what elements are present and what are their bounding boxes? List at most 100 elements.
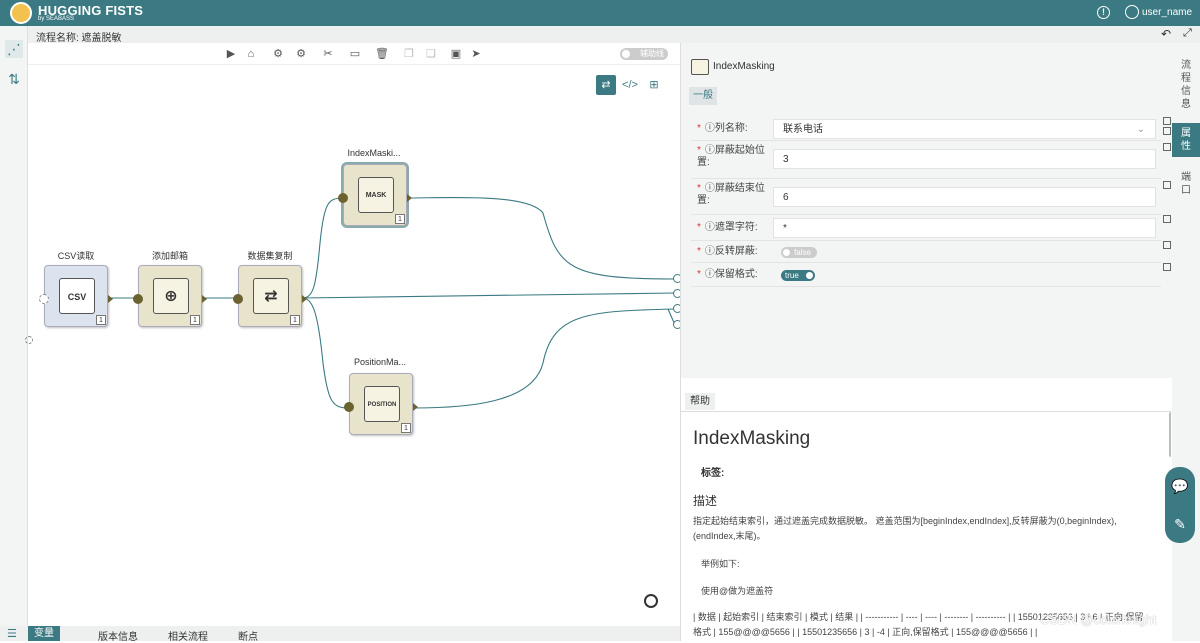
edge-index-out — [405, 196, 676, 280]
list-icon[interactable]: ☰ — [7, 627, 17, 640]
mask-icon: MASK — [358, 177, 394, 213]
copy-dataset-icon: ⇄ — [253, 278, 289, 314]
prop-label: * ⓘ遮罩字符: — [697, 222, 758, 233]
user-name[interactable]: user_name — [1142, 7, 1192, 18]
prop-checkbox[interactable] — [1163, 143, 1171, 151]
node-title: IndexMasking — [713, 61, 775, 72]
prop-checkbox[interactable] — [1163, 263, 1171, 271]
help-description: 指定起始结束索引，通过遮盖完成数据脱敏。 遮盖范围为[beginIndex,en… — [693, 516, 1117, 541]
edit-icon[interactable] — [1163, 127, 1171, 135]
end-position-input[interactable]: 6 — [773, 187, 1156, 207]
input-port[interactable] — [233, 294, 243, 304]
flow-canvas[interactable]: ▶ ⌂ ⚙ ⚙ ✂ ▭ 🗑 ❐ ❏ ▣ ➤ 辅助线 ⇄ </> ⊞ CSV读取 … — [25, 43, 682, 626]
user-icon[interactable] — [1125, 5, 1139, 19]
node-count: 1 — [401, 423, 411, 433]
node-label: IndexMaski... — [347, 148, 401, 158]
start-position-input[interactable]: 3 — [773, 149, 1156, 169]
reverse-mask-switch[interactable]: false — [781, 247, 817, 258]
tab-help[interactable]: 帮助 — [685, 393, 715, 410]
add-column-icon: ⊕ — [153, 278, 189, 314]
top-bar: HUGGING FISTS by SEABASS ! user_name — [0, 0, 1200, 26]
canvas-input-port[interactable] — [25, 336, 33, 344]
node-count: 1 — [290, 315, 300, 325]
prop-row-mask-char: * ⓘ遮罩字符: * — [691, 215, 1171, 241]
node-position-masking[interactable]: POSITION 1 — [349, 373, 413, 435]
prop-label: * ⓘ保留格式: — [697, 269, 758, 280]
keep-format-switch[interactable]: true — [781, 270, 815, 281]
node-count: 1 — [96, 315, 106, 325]
help-desc-heading: 描述 — [693, 494, 718, 508]
input-port[interactable] — [39, 294, 49, 304]
prop-label: * ⓘ列名称: — [697, 123, 748, 134]
node-add-email[interactable]: ⊕ 1 — [138, 265, 202, 327]
node-count: 1 — [190, 315, 200, 325]
tab-general[interactable]: 一般 — [689, 87, 717, 105]
node-library-icon[interactable]: ⇅ — [5, 70, 23, 88]
node-dataset-copy[interactable]: ⇄ 1 — [238, 265, 302, 327]
node-label: 数据集复制 — [247, 251, 293, 261]
output-port[interactable] — [407, 194, 412, 202]
help-content: IndexMasking 标签: 描述 指定起始结束索引，通过遮盖完成数据脱敏。… — [681, 411, 1171, 641]
mask-char-input[interactable]: * — [773, 218, 1156, 238]
feedback-icon[interactable]: ✎ — [1165, 505, 1195, 543]
fullscreen-icon[interactable]: ⤢ — [1183, 27, 1192, 40]
properties-section: IndexMasking 一般 * ⓘ列名称: 联系电话 ⌄ * ⓘ屏蔽起始位置: 3… — [681, 43, 1173, 378]
prop-row-reverse: * ⓘ反转屏蔽: false — [691, 241, 1171, 263]
flow-title-bar: 流程名称: 遮盖脱敏 ↶ ⤢ — [28, 26, 1200, 44]
edge-copy-index — [301, 197, 344, 299]
prop-row-end-pos: * ⓘ屏蔽结束位置: 6 — [691, 179, 1171, 215]
node-csv-read[interactable]: CSV 1 — [44, 265, 108, 327]
prop-checkbox[interactable] — [1163, 117, 1171, 125]
input-port[interactable] — [133, 294, 143, 304]
prop-checkbox[interactable] — [1163, 215, 1171, 223]
edge-copy-position — [301, 297, 350, 409]
flow-title: 流程名称: 遮盖脱敏 — [36, 33, 122, 44]
edge-position-out — [412, 308, 676, 409]
left-sidebar: ⋰ ⇅ — [0, 26, 28, 626]
node-label: CSV读取 — [57, 251, 95, 261]
prop-checkbox[interactable] — [1163, 181, 1171, 189]
help-usage: 使用@做为遮盖符 — [701, 586, 774, 596]
help-tags-label: 标签: — [701, 468, 725, 479]
prop-row-column-name: * ⓘ列名称: 联系电话 ⌄ — [691, 117, 1171, 141]
bottom-tab-bar: ☰ 变量 版本信息 相关流程 断点 — [0, 626, 680, 643]
watermark: CSDN @colorknight — [1040, 612, 1157, 627]
column-name-select[interactable]: 联系电话 ⌄ — [773, 119, 1156, 139]
input-port[interactable] — [338, 193, 348, 203]
properties-panel: IndexMasking 一般 * ⓘ列名称: 联系电话 ⌄ * ⓘ屏蔽起始位置: 3… — [680, 43, 1173, 641]
help-example-label: 举例如下: — [701, 559, 740, 569]
prop-checkbox[interactable] — [1163, 241, 1171, 249]
prop-label: * ⓘ反转屏蔽: — [697, 246, 758, 257]
flow-graph-icon[interactable]: ⋰ — [5, 40, 23, 58]
zoom-reset-icon[interactable] — [644, 594, 658, 608]
output-port[interactable] — [413, 403, 418, 411]
chat-icon[interactable]: 💬 — [1165, 467, 1195, 505]
output-port[interactable] — [302, 295, 307, 303]
brand-logo — [10, 2, 32, 24]
tab-properties[interactable]: 属性 — [1172, 123, 1200, 157]
output-port[interactable] — [108, 295, 113, 303]
prop-label: * ⓘ屏蔽起始位置: — [697, 145, 765, 168]
prop-row-start-pos: * ⓘ屏蔽起始位置: 3 — [691, 141, 1171, 179]
tab-ports[interactable]: 端口 — [1178, 171, 1194, 197]
output-port[interactable] — [202, 295, 207, 303]
prop-label: * ⓘ屏蔽结束位置: — [697, 183, 765, 206]
edge-copy-out — [301, 292, 676, 299]
node-label: 添加邮箱 — [151, 251, 188, 261]
node-label: PositionMa... — [353, 357, 407, 367]
help-icon[interactable]: ! — [1097, 6, 1110, 19]
csv-icon: CSV — [59, 278, 95, 314]
help-title: IndexMasking — [693, 428, 811, 449]
scrollbar[interactable] — [1169, 412, 1171, 457]
mask-icon — [691, 59, 709, 75]
node-index-masking[interactable]: MASK 1 — [343, 164, 407, 226]
tab-flow-info[interactable]: 流程信息 — [1178, 59, 1194, 111]
brand-subtitle: by SEABASS — [38, 16, 75, 22]
tab-variables[interactable]: 变量 — [28, 626, 60, 641]
right-tab-bar: 流程信息 属性 端口 — [1172, 43, 1200, 641]
node-count: 1 — [395, 214, 405, 224]
position-mask-icon: POSITION — [364, 386, 400, 422]
input-port[interactable] — [344, 402, 354, 412]
connection-lines — [108, 196, 676, 409]
undo-icon[interactable]: ↶ — [1161, 27, 1171, 41]
